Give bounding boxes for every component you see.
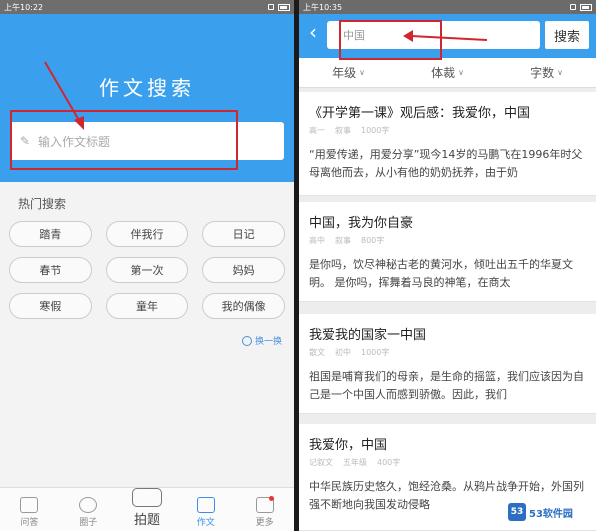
- meta-tag: 初中: [335, 348, 351, 357]
- notification-dot: [269, 496, 274, 501]
- tab-circle[interactable]: 圈子: [59, 488, 118, 531]
- battery-icon: [580, 3, 592, 11]
- refresh-button[interactable]: 换一换: [241, 334, 282, 347]
- filter-label: 年级: [332, 66, 357, 80]
- hot-tag[interactable]: 第一次: [105, 257, 189, 283]
- result-meta: 记叙文 五年级 400字: [309, 457, 586, 468]
- back-arrow-icon[interactable]: ‹: [309, 22, 317, 42]
- hot-tag[interactable]: 我的偶像: [202, 293, 285, 319]
- refresh-icon: [241, 335, 252, 346]
- meta-tag: 1000字: [361, 348, 390, 357]
- status-icons: [570, 3, 592, 11]
- hot-tag[interactable]: 踏青: [9, 221, 92, 247]
- status-time: 上午10:22: [4, 2, 44, 12]
- chevron-down-icon: ∨: [557, 68, 563, 77]
- hot-tag[interactable]: 童年: [105, 293, 189, 319]
- meta-tag: 高中: [309, 236, 325, 245]
- circle-icon: [79, 497, 98, 513]
- meta-tag: 400字: [377, 458, 401, 467]
- document-icon: [196, 497, 215, 513]
- signal-icon: [268, 4, 274, 10]
- filter-grade[interactable]: 年级 ∨: [299, 58, 398, 87]
- hot-tag[interactable]: 寒假: [9, 293, 92, 319]
- annotation-arrow: [44, 61, 84, 130]
- tab-label: 更多: [255, 518, 274, 528]
- filter-label: 字数: [530, 66, 555, 80]
- tab-qa[interactable]: 问答: [0, 488, 59, 531]
- filter-bar: 年级 ∨ 体裁 ∨ 字数 ∨: [299, 58, 596, 88]
- chevron-down-icon: ∨: [458, 68, 464, 77]
- tab-more[interactable]: 更多: [235, 488, 294, 531]
- chat-icon: [20, 497, 39, 513]
- hot-tag[interactable]: 春节: [9, 257, 92, 283]
- watermark-text: 53软件园: [529, 508, 573, 520]
- tab-label: 问答: [20, 518, 39, 528]
- status-time: 上午10:35: [303, 2, 343, 12]
- signal-icon: [570, 4, 576, 10]
- watermark-logo: 53: [508, 503, 526, 521]
- result-title: 中国，我为你自豪: [309, 216, 414, 231]
- bottom-tab-bar: 问答 圈子 拍题 作文 更多: [0, 487, 294, 531]
- hot-tag[interactable]: 伴我行: [105, 221, 189, 247]
- site-watermark: 53 53软件园: [508, 501, 588, 523]
- tab-label: 作文: [196, 518, 215, 528]
- battery-icon: [278, 3, 290, 11]
- result-title: 我爱你，中国: [309, 438, 388, 453]
- result-title: 《开学第一课》观后感：我爱你，中国: [309, 106, 531, 121]
- meta-tag: 800字: [361, 236, 385, 245]
- meta-tag: 记叙文: [309, 458, 333, 467]
- hot-search-tags: 踏青 伴我行 日记 春节 第一次 妈妈 寒假 童年 我的偶像: [9, 221, 285, 319]
- filter-genre[interactable]: 体裁 ∨: [398, 58, 497, 87]
- tab-essay[interactable]: 作文: [176, 488, 235, 531]
- tab-photo[interactable]: 拍题: [118, 488, 177, 531]
- meta-tag: 叙事: [335, 126, 351, 135]
- result-title: 我爱我的国家一中国: [309, 328, 427, 343]
- hot-search-heading: 热门搜索: [18, 197, 67, 211]
- meta-tag: 1000字: [361, 126, 390, 135]
- status-icons: [268, 3, 290, 11]
- result-meta: 高中 叙事 800字: [309, 235, 586, 246]
- meta-tag: 高一: [309, 126, 325, 135]
- result-meta: 高一 叙事 1000字: [309, 125, 586, 136]
- meta-tag: 五年级: [343, 458, 367, 467]
- filter-wordcount[interactable]: 字数 ∨: [497, 58, 596, 87]
- meta-tag: 散文: [309, 348, 325, 357]
- meta-tag: 叙事: [335, 236, 351, 245]
- tab-label: 拍题: [133, 513, 160, 528]
- result-meta: 散文 初中 1000字: [309, 347, 586, 358]
- result-snippet: 是你吗，饮尽神秘古老的黄河水，倾吐出五千的华夏文明。 是你吗，挥舞着马良的神笔，…: [309, 258, 573, 289]
- status-bar: 上午10:22: [0, 0, 294, 14]
- result-snippet: 祖国是哺育我们的母亲，是生命的摇篮，我们应该因为自己是一个中国人而感到骄傲。因此…: [309, 370, 584, 401]
- filter-label: 体裁: [431, 66, 456, 80]
- refresh-label: 换一换: [254, 337, 282, 347]
- camera-icon: [131, 488, 162, 507]
- hot-tag[interactable]: 日记: [202, 221, 285, 247]
- status-bar: 上午10:35: [299, 0, 596, 14]
- right-screen: 上午10:35 ‹ 中国 搜索 年级 ∨ 体裁 ∨ 字数 ∨ 《开学第一课》观后…: [299, 0, 596, 531]
- search-button[interactable]: 搜索: [545, 21, 589, 49]
- left-screen: 上午10:22 作文搜索 ✎ 输入作文标题 热门搜索 踏青 伴我行 日记 春节 …: [0, 0, 294, 531]
- chevron-down-icon: ∨: [359, 68, 365, 77]
- hot-tag[interactable]: 妈妈: [202, 257, 285, 283]
- annotation-arrow: [403, 30, 488, 42]
- tab-label: 圈子: [79, 518, 98, 528]
- result-snippet: “用爱传递，用爱分享”现今14岁的马鹏飞在1996年时父母离他而去，从小有他的奶…: [309, 148, 583, 179]
- result-card[interactable]: 中国，我为你自豪 高中 叙事 800字 是你吗，饮尽神秘古老的黄河水，倾吐出五千…: [299, 202, 596, 302]
- result-card[interactable]: 《开学第一课》观后感：我爱你，中国 高一 叙事 1000字 “用爱传递，用爱分享…: [299, 92, 596, 196]
- result-card[interactable]: 我爱我的国家一中国 散文 初中 1000字 祖国是哺育我们的母亲，是生命的摇篮，…: [299, 314, 596, 414]
